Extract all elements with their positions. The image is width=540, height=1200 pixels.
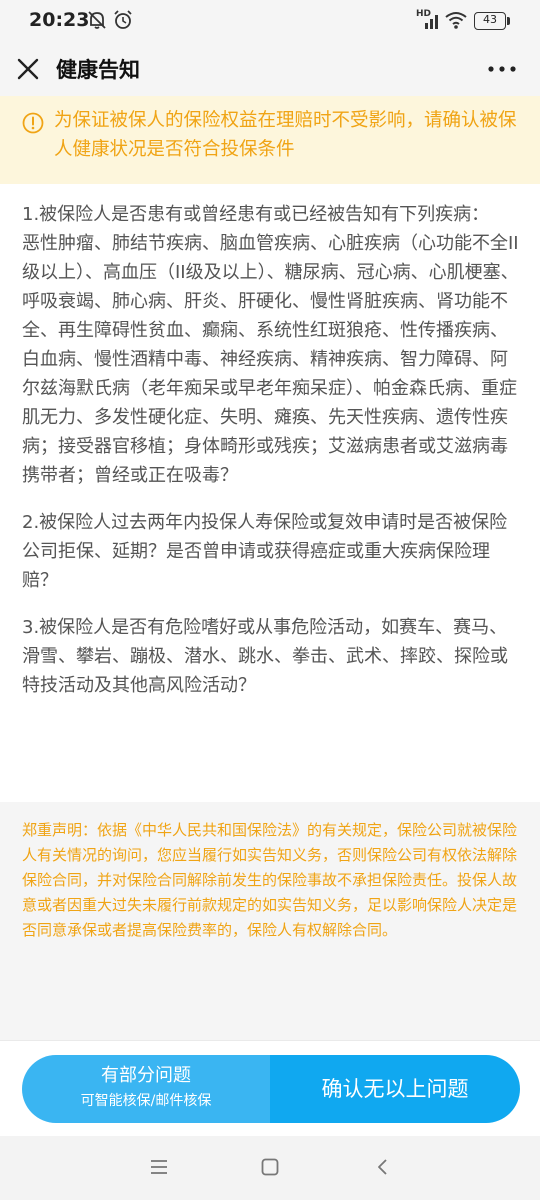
alarm-icon [114,10,132,29]
action-bar: 有部分问题 可智能核保/邮件核保 确认无以上问题 [0,1040,540,1136]
status-time: 20:23 [29,9,90,31]
home-icon[interactable] [259,1156,281,1178]
question-title: 2.被保险人过去两年内投保人寿保险或复效申请时是否被保险公司拒保、延期？是否曾申… [22,512,508,591]
battery-level: 43 [483,13,497,26]
partial-issues-button[interactable]: 有部分问题 可智能核保/邮件核保 [22,1055,270,1123]
page-title: 健康告知 [56,58,140,82]
questions-list: 1.被保险人是否患有或曾经患有或已经被告知有下列疾病： 恶性肿瘤、肺结节疾病、脑… [22,200,522,718]
close-icon[interactable] [14,55,42,83]
warning-banner: 为保证被保人的保险权益在理赔时不受影响，请确认被保人健康状况是否符合投保条件 [0,96,540,184]
partial-issues-label: 有部分问题 [101,1065,191,1086]
wifi-icon [445,12,467,29]
warning-icon [22,112,44,134]
mute-bell-icon [88,11,106,29]
question-body: 恶性肿瘤、肺结节疾病、脑血管疾病、心脏疾病（心功能不全II级以上）、高血压（II… [22,233,519,486]
question-item: 1.被保险人是否患有或曾经患有或已经被告知有下列疾病： 恶性肿瘤、肺结节疾病、脑… [22,200,522,490]
question-title: 3.被保险人是否有危险嗜好或从事危险活动，如赛车、赛马、滑雪、攀岩、蹦极、潜水、… [22,617,508,696]
back-icon[interactable] [372,1156,394,1178]
question-title: 1.被保险人是否患有或曾经患有或已经被告知有下列疾病： [22,204,490,225]
warning-text: 为保证被保人的保险权益在理赔时不受影响，请确认被保人健康状况是否符合投保条件 [54,110,517,160]
health-notice-page: 20:23 HD 43 健康告知 为保证被保人的保险权益在理赔时不受影响，请确认… [0,0,540,1200]
question-item: 3.被保险人是否有危险嗜好或从事危险活动，如赛车、赛马、滑雪、攀岩、蹦极、潜水、… [22,613,522,700]
battery-tip [507,17,510,25]
declaration-section: 郑重声明：依据《中华人民共和国保险法》的有关规定，保险公司就被保险人有关情况的询… [0,802,540,1040]
status-bar: 20:23 HD 43 [0,0,540,42]
declaration-text: 郑重声明：依据《中华人民共和国保险法》的有关规定，保险公司就被保险人有关情况的询… [22,821,518,939]
signal-icon [425,15,438,29]
menu-icon[interactable] [148,1156,170,1178]
title-bar: 健康告知 [0,42,540,96]
more-icon[interactable] [486,56,518,82]
question-item: 2.被保险人过去两年内投保人寿保险或复效申请时是否被保险公司拒保、延期？是否曾申… [22,508,522,595]
battery-icon: 43 [474,12,506,30]
partial-issues-sublabel: 可智能核保/邮件核保 [80,1093,212,1109]
system-nav-bar [0,1136,540,1200]
confirm-no-issues-button[interactable]: 确认无以上问题 [270,1055,520,1123]
